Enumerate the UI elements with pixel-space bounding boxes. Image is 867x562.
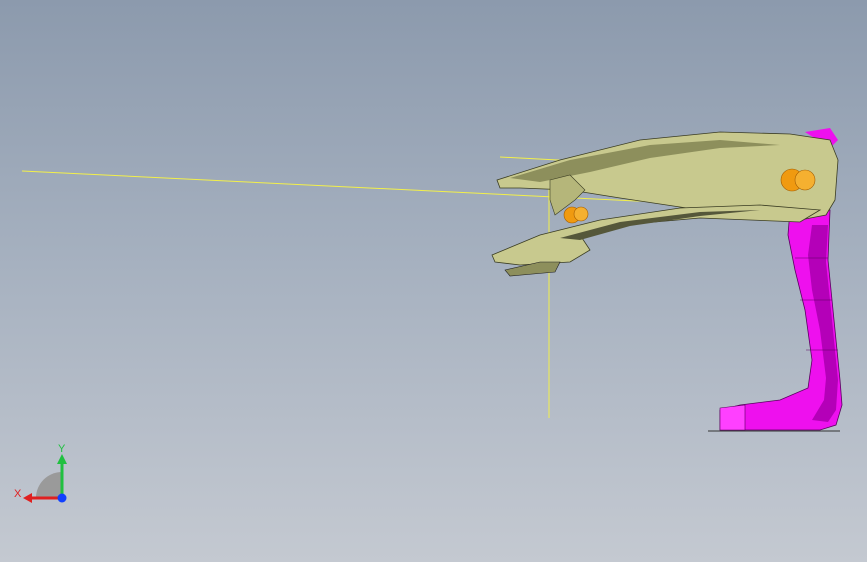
- pin-feature-right-b[interactable]: [794, 169, 816, 191]
- triad-z-axis-icon: [57, 493, 67, 503]
- triad-y-label: Y: [58, 443, 66, 455]
- body-part[interactable]: [491, 131, 839, 277]
- triad-y-arrow-icon: [57, 454, 67, 464]
- triad-x-label: X: [14, 488, 22, 500]
- handle-foot: [719, 404, 746, 431]
- orientation-triad: Y X: [14, 440, 74, 510]
- pin-feature-left-b[interactable]: [573, 206, 589, 222]
- triad-x-arrow-icon: [23, 493, 32, 503]
- triad-plane-icon: [36, 472, 62, 498]
- lower-arm[interactable]: [491, 204, 822, 266]
- 3d-viewport[interactable]: Y X: [0, 0, 867, 562]
- model-scene[interactable]: [0, 0, 867, 562]
